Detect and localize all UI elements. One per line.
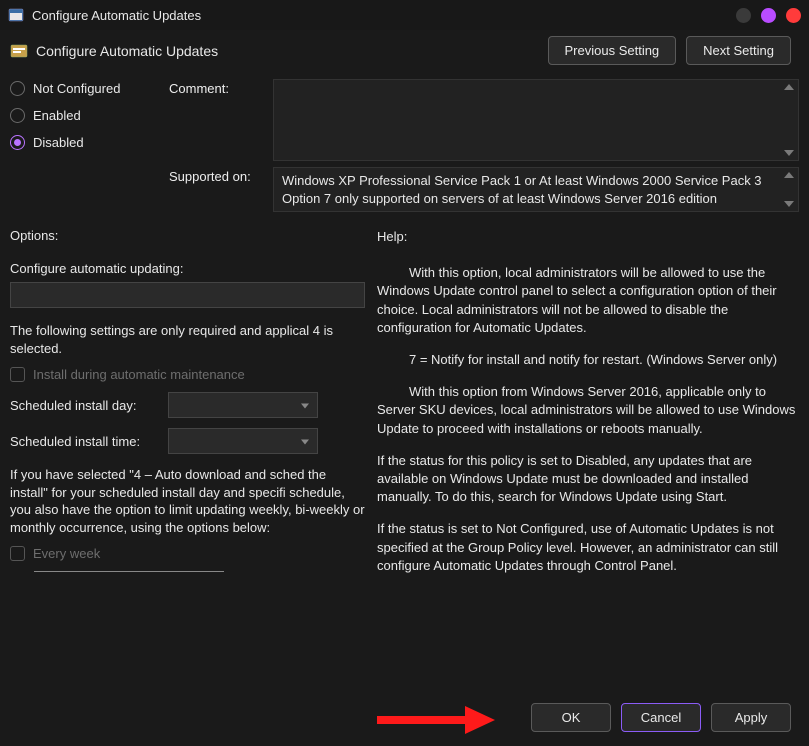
titlebar: Configure Automatic Updates bbox=[0, 0, 809, 30]
radio-enabled[interactable]: Enabled bbox=[10, 108, 165, 123]
radio-icon bbox=[10, 81, 25, 96]
install-maintenance-label: Install during automatic maintenance bbox=[33, 367, 245, 382]
help-paragraph: If the status is set to Not Configured, … bbox=[377, 520, 799, 575]
help-paragraph: 7 = Notify for install and notify for re… bbox=[377, 351, 799, 369]
maximize-button[interactable] bbox=[761, 8, 776, 23]
radio-icon bbox=[10, 135, 25, 150]
scheduled-day-label: Scheduled install day: bbox=[10, 398, 158, 413]
help-paragraph: With this option, local administrators w… bbox=[377, 264, 799, 337]
help-paragraph: With this option from Windows Server 201… bbox=[377, 383, 799, 438]
minimize-button[interactable] bbox=[736, 8, 751, 23]
help-panel: Help: With this option, local administra… bbox=[377, 228, 799, 589]
comment-textarea[interactable] bbox=[273, 79, 799, 161]
scroll-track[interactable] bbox=[34, 571, 224, 572]
radio-label: Not Configured bbox=[33, 81, 120, 96]
scroll-up-icon[interactable] bbox=[784, 172, 794, 178]
supported-on-text: Windows XP Professional Service Pack 1 o… bbox=[273, 167, 799, 212]
window-title: Configure Automatic Updates bbox=[32, 8, 736, 23]
close-button[interactable] bbox=[786, 8, 801, 23]
radio-disabled[interactable]: Disabled bbox=[10, 135, 165, 150]
help-header: Help: bbox=[377, 228, 799, 246]
setting-state-radios: Not Configured Enabled Disabled bbox=[10, 79, 165, 161]
options-header: Options: bbox=[10, 228, 365, 243]
apply-button[interactable]: Apply bbox=[711, 703, 791, 732]
next-setting-button[interactable]: Next Setting bbox=[686, 36, 791, 65]
configure-updating-label: Configure automatic updating: bbox=[10, 261, 365, 276]
scroll-down-icon[interactable] bbox=[784, 150, 794, 156]
configure-updating-select[interactable] bbox=[10, 282, 365, 308]
radio-not-configured[interactable]: Not Configured bbox=[10, 81, 165, 96]
supported-on-value: Windows XP Professional Service Pack 1 o… bbox=[282, 173, 762, 206]
scheduled-time-select[interactable] bbox=[168, 428, 318, 454]
options-required-note: The following settings are only required… bbox=[10, 322, 365, 357]
every-week-label: Every week bbox=[33, 546, 100, 561]
radio-icon bbox=[10, 108, 25, 123]
schedule-note: If you have selected "4 – Auto download … bbox=[10, 466, 365, 536]
help-paragraph: If the status for this policy is set to … bbox=[377, 452, 799, 507]
checkbox-icon bbox=[10, 367, 25, 382]
header-row: Configure Automatic Updates Previous Set… bbox=[0, 30, 809, 75]
scroll-down-icon[interactable] bbox=[784, 201, 794, 207]
ok-button[interactable]: OK bbox=[531, 703, 611, 732]
scroll-up-icon[interactable] bbox=[784, 84, 794, 90]
annotation-arrow-icon bbox=[375, 704, 495, 736]
scheduled-time-label: Scheduled install time: bbox=[10, 434, 158, 449]
dialog-buttons: OK Cancel Apply bbox=[531, 703, 791, 732]
cancel-button[interactable]: Cancel bbox=[621, 703, 701, 732]
window-icon bbox=[8, 7, 24, 23]
page-title: Configure Automatic Updates bbox=[36, 43, 548, 59]
policy-icon bbox=[10, 42, 28, 60]
options-panel: Options: Configure automatic updating: T… bbox=[10, 228, 365, 589]
supported-label: Supported on: bbox=[169, 167, 269, 184]
scheduled-day-select[interactable] bbox=[168, 392, 318, 418]
every-week-checkbox[interactable]: Every week bbox=[10, 546, 365, 561]
radio-label: Disabled bbox=[33, 135, 84, 150]
checkbox-icon bbox=[10, 546, 25, 561]
install-maintenance-checkbox[interactable]: Install during automatic maintenance bbox=[10, 367, 365, 382]
radio-label: Enabled bbox=[33, 108, 81, 123]
previous-setting-button[interactable]: Previous Setting bbox=[548, 36, 677, 65]
comment-label: Comment: bbox=[169, 79, 269, 161]
